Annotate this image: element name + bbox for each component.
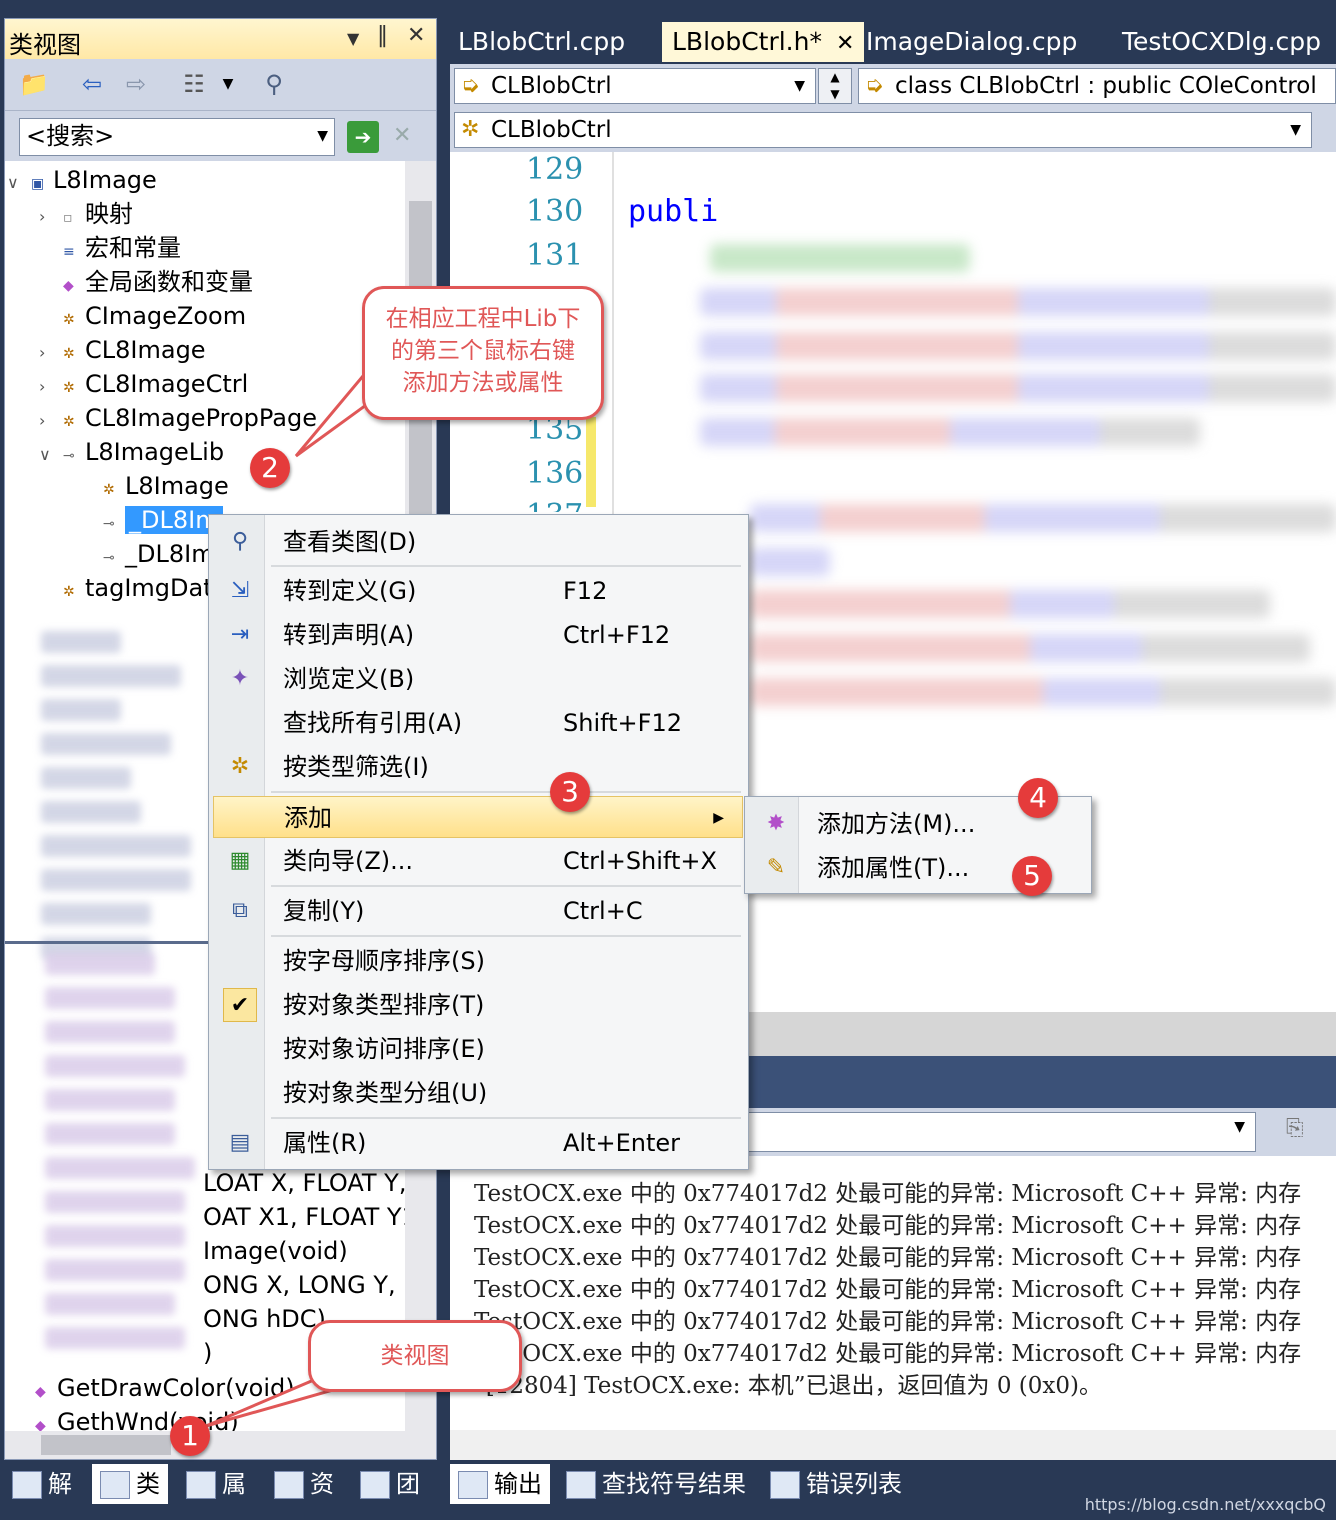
step-badge-3: 3 — [550, 772, 590, 812]
step-badge-2: 2 — [250, 448, 290, 488]
callout-class-view: 类视图 — [308, 1320, 522, 1392]
annotation-pointers — [205, 367, 387, 1428]
callout-lib-hint: 在相应工程中Lib下的第三个鼠标右键添加方法或属性 — [362, 286, 604, 420]
watermark: https://blog.csdn.net/xxxqcbQ — [1084, 1495, 1326, 1514]
step-badge-1: 1 — [170, 1416, 210, 1456]
step-badge-5: 5 — [1012, 856, 1052, 896]
step-badge-4: 4 — [1018, 778, 1058, 818]
